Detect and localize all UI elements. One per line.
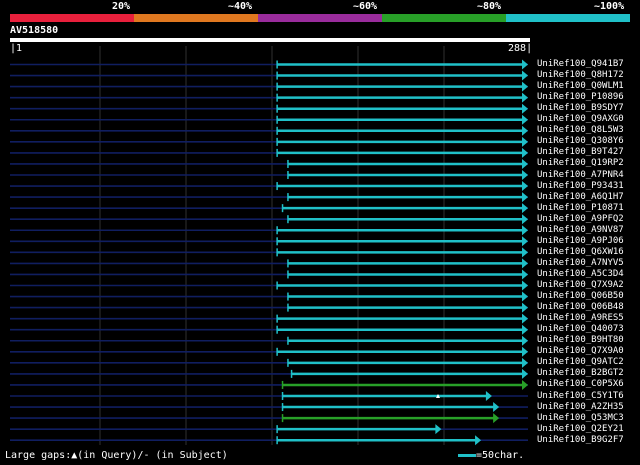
- hit-label[interactable]: UniRef100_Q19RP2: [537, 158, 624, 168]
- hit-label[interactable]: UniRef100_B9G2F7: [537, 435, 624, 445]
- hit-label[interactable]: UniRef100_Q9AXG0: [537, 114, 624, 124]
- hit-label[interactable]: UniRef100_P10896: [537, 92, 624, 102]
- hit-label[interactable]: UniRef100_Q6XW16: [537, 247, 624, 257]
- hit-label[interactable]: UniRef100_Q0WLM1: [537, 81, 624, 91]
- hit-label[interactable]: UniRef100_C5Y1T6: [537, 391, 624, 401]
- hit-label[interactable]: UniRef100_A7NYV5: [537, 258, 624, 268]
- hit-label[interactable]: UniRef100_A5C3D4: [537, 269, 624, 279]
- hit-label[interactable]: UniRef100_A2ZH35: [537, 402, 624, 412]
- hit-label[interactable]: UniRef100_C0P5X6: [537, 379, 624, 389]
- hit-label[interactable]: UniRef100_Q2EY21: [537, 424, 624, 434]
- hit-label[interactable]: UniRef100_Q941B7: [537, 59, 624, 69]
- hit-label[interactable]: UniRef100_P10871: [537, 203, 624, 213]
- hit-list: UniRef100_Q941B7 UniRef100_Q8H172 UniRef10…: [0, 0, 640, 465]
- hit-label[interactable]: UniRef100_B2BGT2: [537, 368, 624, 378]
- large-gaps-legend: Large gaps:▲(in Query)/- (in Subject): [5, 450, 228, 461]
- hit-label[interactable]: UniRef100_A9PFQ2: [537, 214, 624, 224]
- hit-label[interactable]: UniRef100_B9SDY7: [537, 103, 624, 113]
- scale-text: =50char.: [476, 450, 525, 461]
- hit-label[interactable]: UniRef100_Q308Y6: [537, 136, 624, 146]
- hit-label[interactable]: UniRef100_Q8L5W3: [537, 125, 624, 135]
- scale-legend: =50char.: [458, 450, 524, 462]
- hit-label[interactable]: UniRef100_Q7X9A2: [537, 280, 624, 290]
- hit-label[interactable]: UniRef100_B9T427: [537, 147, 624, 157]
- hit-label[interactable]: UniRef100_P93431: [537, 181, 624, 191]
- hit-label[interactable]: UniRef100_Q9ATC2: [537, 357, 624, 367]
- hit-label[interactable]: UniRef100_Q53MC3: [537, 413, 624, 423]
- hit-label[interactable]: UniRef100_A9NV87: [537, 225, 624, 235]
- hit-label[interactable]: UniRef100_Q8H172: [537, 70, 624, 80]
- hit-label[interactable]: UniRef100_A9PJ06: [537, 236, 624, 246]
- hit-label[interactable]: UniRef100_Q06B48: [537, 302, 624, 312]
- hit-label[interactable]: UniRef100_Q40073: [537, 324, 624, 334]
- hit-label[interactable]: UniRef100_B9HT80: [537, 335, 624, 345]
- hit-label[interactable]: UniRef100_A9RES5: [537, 313, 624, 323]
- hit-label[interactable]: UniRef100_Q7X9A0: [537, 346, 624, 356]
- hit-label[interactable]: UniRef100_A6Q1H7: [537, 192, 624, 202]
- hit-label[interactable]: UniRef100_A7PNR4: [537, 170, 624, 180]
- hit-label[interactable]: UniRef100_Q06B50: [537, 291, 624, 301]
- scale-bar: [458, 453, 476, 457]
